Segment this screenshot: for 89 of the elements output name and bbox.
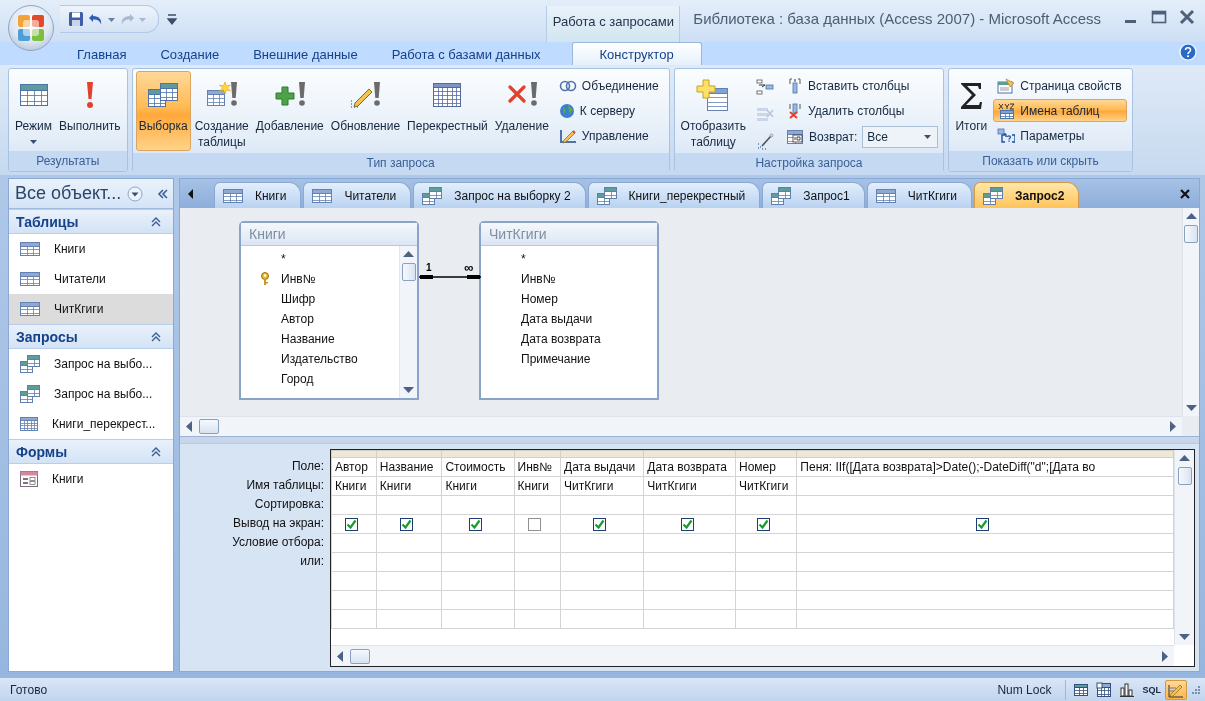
- field-name[interactable]: Дата выдачи: [521, 312, 593, 326]
- ribbon-button[interactable]: Обновление: [327, 71, 404, 151]
- row-label: Имя таблицы:: [245, 477, 325, 494]
- document-tab[interactable]: ЧитКгиги: [866, 182, 973, 208]
- window-title: Библиотека : база данных (Access 2007) - Microsoft Access: [692, 9, 1101, 27]
- view-button[interactable]: SQL: [1139, 679, 1164, 700]
- nav-item[interactable]: Читатели: [9, 264, 173, 294]
- table-name-cell[interactable]: ЧитКгиги: [560, 476, 644, 496]
- ribbon-button[interactable]: Вставить столбцы: [783, 74, 939, 97]
- document-tab[interactable]: Книги: [214, 182, 302, 208]
- row-label: Вывод на экран:: [232, 515, 325, 532]
- ribbon-tab[interactable]: Работа с базами данных: [376, 42, 556, 65]
- relationship-label: ∞: [464, 263, 474, 273]
- row-label: Сортировка:: [253, 496, 325, 513]
- row-label: или:: [299, 553, 325, 570]
- ribbon-button[interactable]: Выборка: [135, 71, 191, 151]
- ribbon-button[interactable]: Объединение: [554, 74, 664, 97]
- document-tab[interactable]: Запрос на выборку 2: [413, 182, 586, 208]
- document-tab[interactable]: Запрос2: [974, 182, 1080, 208]
- ribbon-button[interactable]: Имена таблиц: [993, 99, 1127, 122]
- field-name[interactable]: Издательство: [281, 352, 358, 366]
- table-name-cell[interactable]: ЧитКгиги: [643, 476, 736, 496]
- field-cell[interactable]: Название: [376, 457, 442, 477]
- status-indicator: Num Lock: [997, 682, 1053, 697]
- document-tab[interactable]: Запрос1: [762, 182, 865, 208]
- field-name[interactable]: *: [281, 252, 286, 266]
- field-cell[interactable]: Стоимость: [441, 457, 515, 477]
- ribbon-button[interactable]: Управление: [554, 124, 664, 147]
- nav-group-header[interactable]: Формы: [9, 439, 173, 464]
- field-name[interactable]: Название: [281, 332, 335, 346]
- field-name[interactable]: Дата возврата: [521, 332, 601, 346]
- field-list-title: Книги: [241, 223, 417, 246]
- field-cell[interactable]: Пеня: IIf([Дата возврата]>Date();-DateDiff("d";[Дата во: [796, 457, 1174, 477]
- ribbon-button[interactable]: Итоги: [952, 71, 991, 149]
- ribbon-button[interactable]: Добавление: [252, 71, 327, 151]
- nav-item[interactable]: Запрос на выбо...: [9, 349, 173, 379]
- row-label: Поле:: [290, 458, 325, 475]
- ribbon-button[interactable]: Удалить столбцы: [783, 99, 939, 122]
- field-cell[interactable]: Дата выдачи: [560, 457, 644, 477]
- relationship-label: 1: [426, 263, 432, 273]
- field-cell[interactable]: Инв№: [514, 457, 561, 477]
- field-name[interactable]: Шифр: [281, 292, 316, 306]
- ribbon-tab[interactable]: Создание: [145, 42, 235, 65]
- field-name[interactable]: Инв№: [521, 272, 556, 286]
- nav-group-header[interactable]: Запросы: [9, 324, 173, 349]
- group-title: Тип запроса: [132, 153, 669, 173]
- nav-item[interactable]: Книги: [9, 234, 173, 264]
- ribbon-button[interactable]: Страница свойств: [993, 74, 1127, 97]
- ribbon-tab[interactable]: Главная: [62, 42, 142, 65]
- ribbon-button[interactable]: Создание таблицы: [191, 71, 252, 151]
- ribbon-button[interactable]: К серверу: [554, 99, 664, 122]
- field-cell[interactable]: Номер: [735, 457, 797, 477]
- field-cell[interactable]: Дата возврата: [643, 457, 736, 477]
- nav-item[interactable]: Запрос на выбо...: [9, 379, 173, 409]
- ribbon-button[interactable]: Параметры: [993, 124, 1127, 147]
- group-title: Показать или скрыть: [949, 151, 1132, 171]
- return-label: Возврат:: [809, 129, 858, 144]
- row-label: Условие отбора:: [231, 534, 325, 551]
- nav-item[interactable]: Книги_перекрест...: [9, 409, 173, 439]
- context-tab-label: Работа с запросами: [546, 6, 681, 42]
- field-name[interactable]: Примечание: [521, 352, 591, 366]
- table-name-cell[interactable]: Книги: [441, 476, 515, 496]
- ribbon-tab[interactable]: Внешние данные: [238, 42, 373, 65]
- ribbon-button[interactable]: Выполнить: [56, 71, 124, 149]
- field-name[interactable]: Номер: [521, 292, 558, 306]
- return-combo[interactable]: Все: [862, 125, 939, 148]
- nav-group-header[interactable]: Таблицы: [9, 209, 173, 234]
- field-name[interactable]: Инв№: [281, 272, 316, 286]
- nav-item[interactable]: ЧитКгиги: [9, 294, 173, 324]
- ribbon-tab[interactable]: Конструктор: [571, 42, 702, 65]
- table-name-cell[interactable]: Книги: [331, 476, 377, 496]
- field-name[interactable]: Город: [281, 372, 314, 386]
- status-text: Готово: [10, 682, 48, 697]
- ribbon-button[interactable]: Перекрестный: [404, 71, 491, 151]
- field-name[interactable]: *: [521, 252, 526, 266]
- table-name-cell[interactable]: ЧитКгиги: [735, 476, 797, 496]
- group-title: Результаты: [9, 151, 127, 171]
- table-name-cell[interactable]: Книги: [514, 476, 561, 496]
- document-tab[interactable]: Читатели: [303, 182, 412, 208]
- group-title: Настройка запроса: [674, 153, 944, 173]
- field-name[interactable]: Автор: [281, 312, 314, 326]
- ribbon-button[interactable]: Отобразить таблицу: [677, 71, 749, 151]
- field-list-title: ЧитКгиги: [481, 223, 657, 246]
- field-cell[interactable]: Автор: [331, 457, 377, 477]
- document-tab[interactable]: Книги_перекрестный: [587, 182, 761, 208]
- table-name-cell[interactable]: Книги: [376, 476, 442, 496]
- ribbon-button[interactable]: Удаление: [491, 71, 552, 151]
- ribbon-button[interactable]: Режим: [12, 71, 55, 149]
- nav-item[interactable]: Книги: [9, 464, 173, 494]
